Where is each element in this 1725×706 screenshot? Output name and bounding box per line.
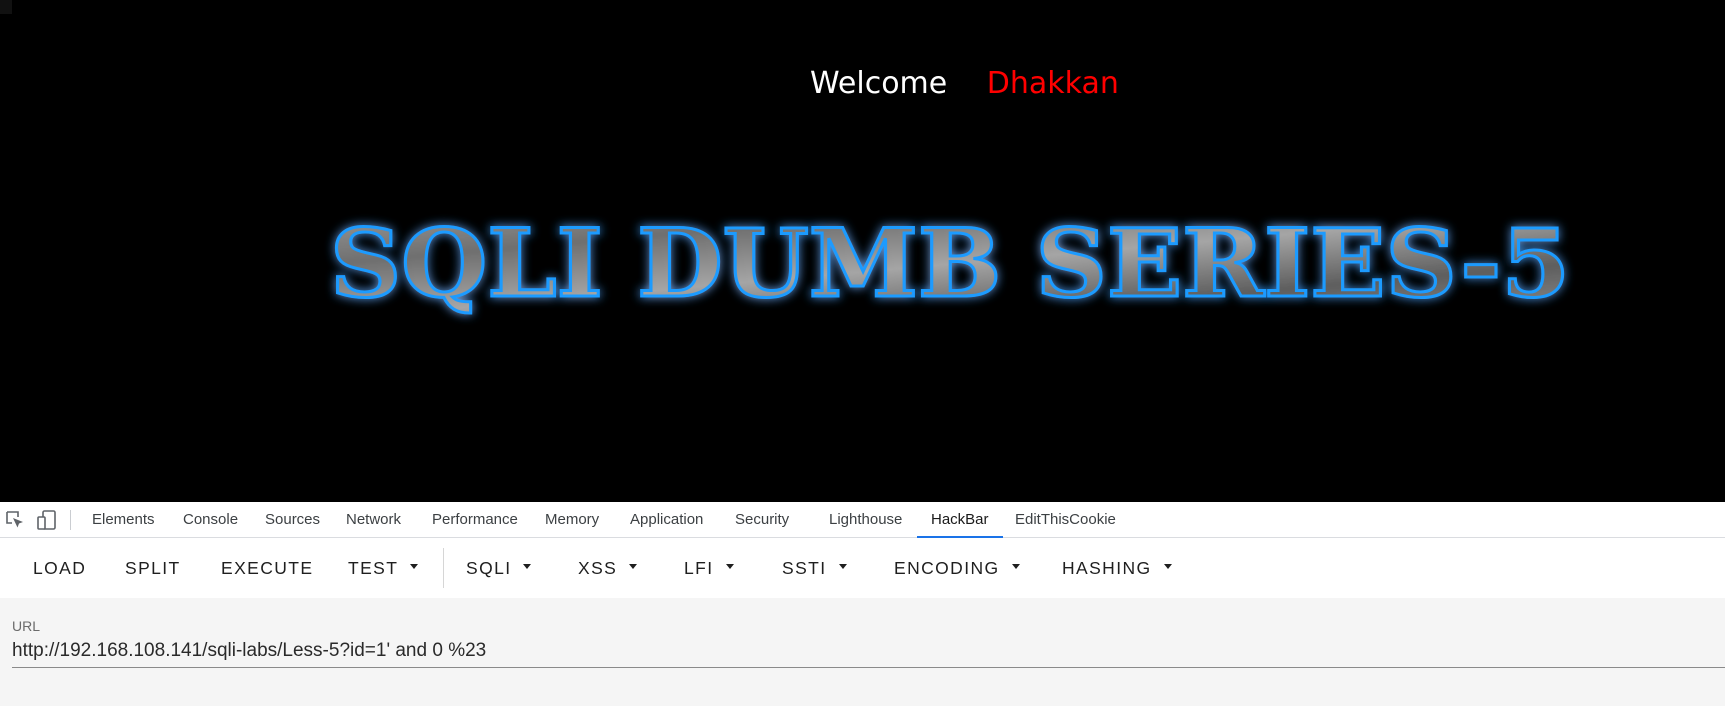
split-button[interactable]: SPLIT [125,553,181,583]
caret-down-icon [1163,563,1172,569]
tab-elements[interactable]: Elements [92,502,155,537]
inspect-element-icon[interactable] [4,509,26,531]
banner-text: SQLI DUMB SERIES-5 [330,209,1570,319]
tab-security[interactable]: Security [735,502,789,537]
corner-mark [0,0,12,14]
tab-memory[interactable]: Memory [545,502,599,537]
tab-application[interactable]: Application [630,502,703,537]
hackbar-toolbar: LOAD SPLIT EXECUTE TEST SQLI XSS LFI SST… [0,538,1725,598]
toolbar-divider [443,548,444,588]
caret-down-icon [725,563,734,569]
tab-console[interactable]: Console [183,502,238,537]
load-button[interactable]: LOAD [33,553,86,583]
xss-dropdown[interactable]: XSS [578,553,638,583]
tab-editthiscookie[interactable]: EditThisCookie [1015,502,1116,537]
xss-dropdown-label: XSS [578,558,618,578]
hashing-dropdown-label: HASHING [1062,558,1152,578]
tab-sources[interactable]: Sources [265,502,320,537]
caret-down-icon [629,563,638,569]
url-label: URL [12,618,41,634]
banner-image: SQLI DUMB SERIES-5 [320,186,1580,326]
encoding-dropdown[interactable]: ENCODING [894,553,1020,583]
banner-svg: SQLI DUMB SERIES-5 [329,208,1572,321]
welcome-line: Welcome Dhakkan [810,66,1119,101]
caret-down-icon [1011,563,1020,569]
test-dropdown[interactable]: TEST [348,553,419,583]
devtools-tabbar: Elements Console Sources Network Perform… [0,502,1725,538]
tab-performance[interactable]: Performance [432,502,518,537]
test-dropdown-label: TEST [348,558,399,578]
load-button-label: LOAD [33,558,87,578]
tab-hackbar[interactable]: HackBar [917,502,1002,538]
sqli-dropdown-label: SQLI [466,558,512,578]
caret-down-icon [410,563,419,569]
device-toolbar-icon[interactable] [36,509,58,531]
web-page: Welcome Dhakkan SQLI DUMB SERIES-5 [0,0,1725,502]
caret-down-icon [523,563,532,569]
execute-button-label: EXECUTE [221,558,314,578]
lfi-dropdown-label: LFI [684,558,714,578]
tab-lighthouse[interactable]: Lighthouse [829,502,902,537]
user-name: Dhakkan [986,66,1119,101]
ssti-dropdown[interactable]: SSTI [782,553,847,583]
lfi-dropdown[interactable]: LFI [684,553,734,583]
url-area: URL [0,598,1725,706]
devtools-panel: Elements Console Sources Network Perform… [0,502,1725,706]
url-input[interactable] [12,635,1725,668]
devtools-separator [70,510,71,530]
hashing-dropdown[interactable]: HASHING [1062,553,1172,583]
welcome-text: Welcome [810,66,948,101]
execute-button[interactable]: EXECUTE [221,553,313,583]
caret-down-icon [838,563,847,569]
sqli-dropdown[interactable]: SQLI [466,553,532,583]
split-button-label: SPLIT [125,558,181,578]
tab-network[interactable]: Network [346,502,401,537]
ssti-dropdown-label: SSTI [782,558,827,578]
encoding-dropdown-label: ENCODING [894,558,1000,578]
